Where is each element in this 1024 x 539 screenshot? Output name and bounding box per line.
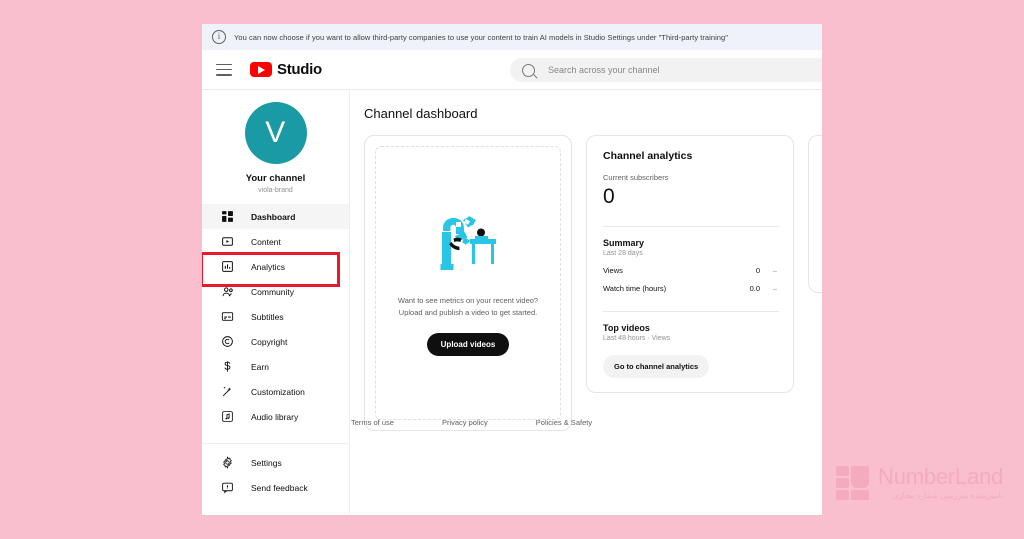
dashboard-cards: Want to see metrics on your recent video… bbox=[364, 135, 822, 431]
copyright-icon bbox=[220, 334, 235, 349]
sidebar-item-community[interactable]: Community bbox=[202, 279, 349, 304]
main-content: Channel dashboard Want to see metrics on… bbox=[350, 90, 822, 514]
sidebar-item-customization[interactable]: Customization bbox=[202, 379, 349, 404]
watermark-text: NumberLand تامین‌شده سرزمین شماره مجازی bbox=[878, 466, 1003, 500]
channel-analytics-card: Channel analytics Current subscribers 0 … bbox=[586, 135, 794, 394]
sidebar-item-label: Dashboard bbox=[251, 211, 296, 222]
card-divider bbox=[603, 226, 779, 228]
footer-links: Terms of use Privacy policy Policies & S… bbox=[350, 418, 640, 427]
search-icon bbox=[522, 63, 535, 77]
bar-chart-icon bbox=[220, 259, 235, 274]
sidebar-item-label: Audio library bbox=[251, 411, 299, 422]
sidebar-item-label: Settings bbox=[251, 457, 282, 468]
person-uploading-video-illustration bbox=[431, 210, 505, 279]
metric-value: 0.0 bbox=[749, 284, 760, 294]
analytics-card-title: Channel analytics bbox=[603, 150, 693, 162]
upload-videos-button[interactable]: Upload videos bbox=[426, 332, 510, 356]
music-note-icon bbox=[220, 409, 235, 424]
metric-name: Views bbox=[603, 266, 623, 276]
metric-delta: – bbox=[772, 266, 778, 276]
hamburger-icon[interactable] bbox=[216, 63, 232, 76]
top-videos-subtitle: Last 48 hours · Views bbox=[603, 335, 671, 343]
youtube-studio-logo[interactable]: Studio bbox=[250, 61, 322, 78]
top-videos-title: Top videos bbox=[603, 323, 650, 334]
banner-text: You can now choose if you want to allow … bbox=[234, 32, 728, 42]
sidebar-item-audio-library[interactable]: Audio library bbox=[202, 404, 349, 429]
gear-icon bbox=[220, 455, 235, 470]
footer-link-terms-of-use[interactable]: Terms of use bbox=[351, 418, 394, 427]
dollar-sign-icon bbox=[220, 359, 235, 374]
whats-new-card: What's new in Studio Increase your reach… bbox=[808, 135, 822, 294]
watermark-subtitle: تامین‌شده سرزمین شماره مجازی bbox=[892, 491, 1004, 500]
search-input[interactable] bbox=[546, 64, 822, 76]
table-row: Views 0 – bbox=[603, 266, 779, 275]
feedback-icon bbox=[220, 480, 235, 495]
video-play-icon bbox=[220, 234, 235, 249]
sidebar-item-send-feedback[interactable]: Send feedback bbox=[202, 475, 349, 500]
channel-block[interactable]: V Your channel viola-brand bbox=[202, 102, 349, 204]
card-divider bbox=[603, 311, 779, 313]
search-bar[interactable] bbox=[510, 58, 822, 82]
current-subscribers-value: 0 bbox=[603, 185, 615, 208]
sidebar-item-subtitles[interactable]: Subtitles bbox=[202, 304, 349, 329]
sidebar-item-label: Analytics bbox=[251, 261, 286, 272]
people-group-icon bbox=[220, 284, 235, 299]
summary-title: Summary bbox=[603, 238, 645, 249]
upload-card-text: Want to see metrics on your recent video… bbox=[398, 295, 538, 318]
sidebar-item-content[interactable]: Content bbox=[202, 229, 349, 254]
info-icon: i bbox=[212, 30, 226, 44]
sidebar-item-copyright[interactable]: Copyright bbox=[202, 329, 349, 354]
numberland-logo-icon bbox=[836, 466, 870, 500]
table-row: Watch time (hours) 0.0 – bbox=[603, 284, 779, 293]
logo-label: Studio bbox=[277, 61, 322, 78]
page-title: Channel dashboard bbox=[364, 106, 478, 121]
upload-dropzone[interactable]: Want to see metrics on your recent video… bbox=[375, 146, 561, 420]
sidebar-item-label: Subtitles bbox=[251, 311, 284, 322]
sidebar-item-label: Send feedback bbox=[251, 482, 308, 493]
summary-subtitle: Last 28 days bbox=[603, 250, 643, 258]
current-subscribers-label: Current subscribers bbox=[603, 173, 669, 182]
top-app-bar: Studio bbox=[202, 50, 822, 90]
metric-delta: – bbox=[772, 284, 778, 294]
upload-card-line2: Upload and publish a video to get starte… bbox=[398, 308, 538, 317]
channel-handle: viola-brand bbox=[258, 187, 293, 194]
upload-video-card: Want to see metrics on your recent video… bbox=[364, 135, 572, 431]
upload-card-line1: Want to see metrics on your recent video… bbox=[397, 296, 539, 306]
dashboard-grid-icon bbox=[220, 209, 235, 224]
sidebar-item-settings[interactable]: Settings bbox=[202, 450, 349, 475]
sidebar: V Your channel viola-brand Dashboard Con… bbox=[202, 90, 350, 514]
metric-name: Watch time (hours) bbox=[603, 284, 667, 294]
youtube-play-icon bbox=[250, 62, 272, 77]
footer-link-policies-safety[interactable]: Policies & Safety bbox=[536, 418, 592, 427]
sidebar-item-label: Community bbox=[251, 286, 294, 297]
sidebar-item-analytics[interactable]: Analytics bbox=[202, 254, 349, 279]
numberland-watermark: NumberLand تامین‌شده سرزمین شماره مجازی bbox=[836, 466, 1003, 500]
third-party-training-notice-banner: i You can now choose if you want to allo… bbox=[202, 24, 822, 50]
sidebar-item-dashboard[interactable]: Dashboard bbox=[202, 204, 349, 229]
channel-title: Your channel bbox=[245, 173, 306, 184]
browser-window: i You can now choose if you want to allo… bbox=[202, 24, 822, 515]
sidebar-item-label: Content bbox=[251, 236, 281, 247]
go-to-channel-analytics-button[interactable]: Go to channel analytics bbox=[603, 355, 710, 379]
metric-value: 0 bbox=[755, 266, 760, 276]
avatar[interactable]: V bbox=[244, 102, 307, 164]
sidebar-item-label: Customization bbox=[251, 386, 305, 397]
magic-wand-icon bbox=[220, 384, 235, 399]
sidebar-item-label: Earn bbox=[251, 361, 269, 372]
watermark-title: NumberLand bbox=[878, 464, 1004, 489]
sidebar-item-label: Copyright bbox=[251, 336, 288, 347]
sidebar-divider bbox=[202, 443, 349, 444]
footer-link-privacy-policy[interactable]: Privacy policy bbox=[442, 418, 488, 427]
sidebar-item-earn[interactable]: Earn bbox=[202, 354, 349, 379]
subtitles-icon bbox=[220, 309, 235, 324]
